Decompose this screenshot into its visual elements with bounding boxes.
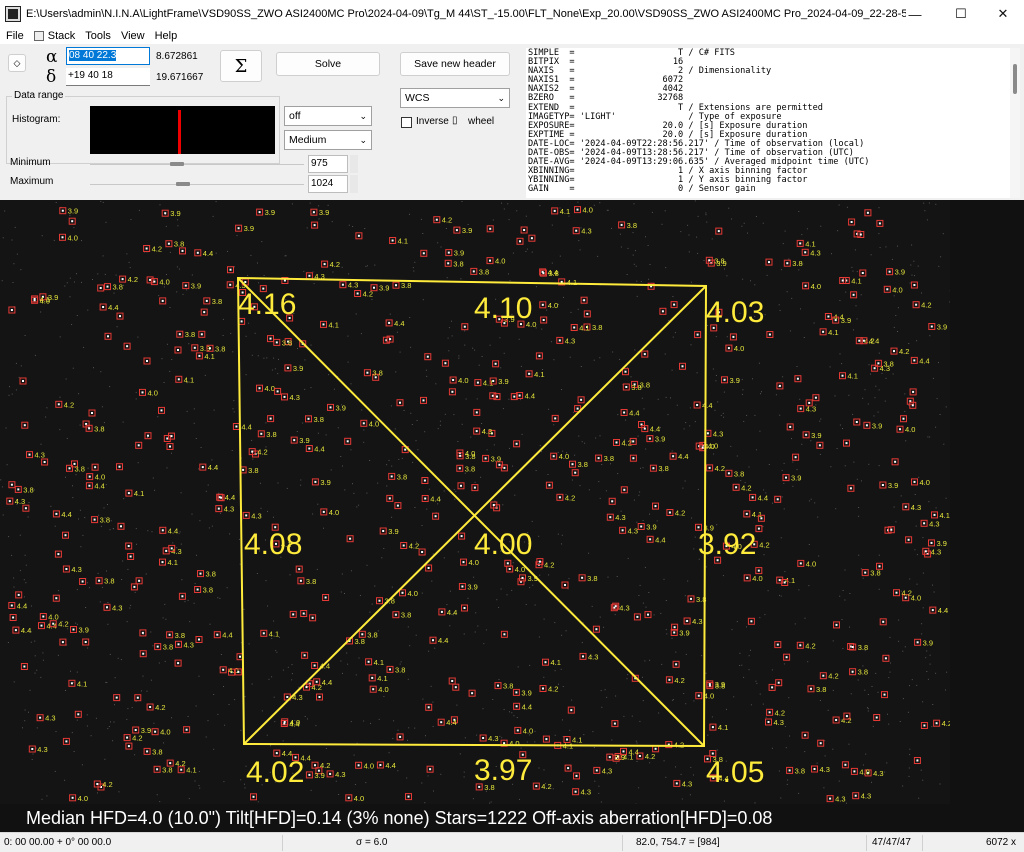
minimize-button[interactable]: — (892, 0, 938, 28)
star-image[interactable]: 4.2 4.0 4.0 4.3 3.8 4.0 3.8 4.0 3.8 4.1 4.4 3.8 4.2 3… (0, 200, 950, 832)
menu-bar: File Stack Tools View Help (0, 28, 1024, 44)
hfd-top-center: 4.10 (474, 292, 533, 325)
status-divider (922, 835, 923, 851)
hfd-summary: Median HFD=4.0 (10.0") Tilt[HFD]=0.14 (3… (0, 804, 950, 832)
maximum-slider-thumb[interactable] (176, 182, 190, 186)
minimum-slider-track[interactable] (90, 164, 304, 165)
histogram-label: Histogram: (12, 114, 61, 125)
data-range-legend: Data range (12, 90, 66, 101)
fits-header-scrollbar[interactable] (1010, 48, 1020, 198)
status-size: 6072 x (986, 837, 1017, 848)
maximum-spin[interactable]: 1024 (308, 175, 348, 193)
orientation-button[interactable]: ◇ (8, 54, 26, 72)
status-sigma: σ = 6.0 (356, 837, 388, 848)
hfd-mid-left: 4.08 (244, 528, 303, 561)
maximize-button[interactable]: ☐ (938, 0, 984, 28)
hfd-bottom-left: 4.02 (246, 756, 305, 789)
minimum-spin[interactable]: 975 (308, 155, 348, 173)
menu-tools[interactable]: Tools (85, 30, 111, 42)
stack-icon (33, 31, 44, 41)
dec-input[interactable]: +19 40 18 (66, 68, 150, 86)
stretch-select[interactable]: off ⌄ (284, 106, 372, 126)
hfd-overlay (236, 276, 708, 748)
menu-file[interactable]: File (6, 30, 24, 42)
menu-file-label: File (6, 30, 24, 42)
maximum-label: Maximum (10, 176, 54, 187)
menu-tools-label: Tools (85, 30, 111, 42)
scrollbar-thumb[interactable] (1013, 64, 1017, 94)
ra-input-value: 08 40 22.3 (69, 50, 117, 61)
save-header-button[interactable]: Save new header (400, 52, 510, 76)
gamma-select[interactable]: Medium ⌄ (284, 130, 372, 150)
inverse-checkbox[interactable] (401, 117, 412, 128)
window-title: E:\Users\admin\N.I.N.A\LightFrame\VSD90S… (26, 8, 906, 20)
hfd-bottom-center: 3.97 (474, 754, 533, 787)
status-position: 0: 00 00.00 + 0° 00 00.0 (4, 837, 112, 848)
chevron-down-icon: ⌄ (359, 111, 367, 121)
title-bar: E:\Users\admin\N.I.N.A\LightFrame\VSD90S… (0, 0, 1024, 28)
image-margin (950, 200, 1024, 832)
solve-button[interactable]: Solve (276, 52, 380, 76)
image-viewer[interactable]: 4.2 4.0 4.0 4.3 3.8 4.0 3.8 4.0 3.8 4.1 4.4 3.8 4.2 3… (0, 200, 1024, 832)
fits-header-panel[interactable]: SIMPLE = T / C# FITS BITPIX = 16 NAXIS =… (526, 48, 1020, 198)
minimum-slider-thumb[interactable] (170, 162, 184, 166)
hfd-mid-right: 3.92 (698, 528, 757, 561)
hfd-top-left: 4.16 (238, 288, 297, 321)
inverse-label: Inverse (416, 116, 449, 127)
ra-degrees: 8.672861 (156, 51, 198, 62)
app-icon (5, 6, 21, 22)
status-divider (282, 835, 283, 851)
hfd-diagonal-1 (237, 277, 705, 747)
control-panel: ◇ α 08 40 22.3 8.672861 δ +19 40 18 19.6… (0, 44, 1024, 200)
status-divider (866, 835, 867, 851)
gamma-select-value: Medium (289, 134, 327, 146)
chevron-down-icon: ⌄ (359, 135, 367, 145)
hfd-bottom-right: 4.05 (706, 756, 765, 789)
maximum-spin-arrows[interactable] (350, 175, 358, 193)
menu-view-label: View (120, 30, 145, 42)
hfd-center: 4.00 (474, 528, 533, 561)
delta-symbol: δ (46, 67, 57, 87)
wcs-select-value: WCS (405, 92, 430, 104)
status-divider (622, 835, 623, 851)
mouse-icon: ▯ (452, 115, 458, 126)
close-button[interactable]: ✕ (980, 0, 1024, 28)
sigma-button[interactable]: Σ (220, 50, 262, 82)
ra-input[interactable]: 08 40 22.3 (66, 47, 150, 65)
dec-degrees: 19.671667 (156, 72, 204, 83)
hfd-top-right: 4.03 (706, 296, 765, 329)
wcs-select[interactable]: WCS ⌄ (400, 88, 510, 108)
wheel-label: wheel (468, 116, 495, 127)
fits-header-text: SIMPLE = T / C# FITS BITPIX = 16 NAXIS =… (528, 48, 870, 195)
minimum-spin-arrows[interactable] (350, 155, 358, 173)
status-pixel: 82.0, 754.7 = [984] (636, 837, 720, 848)
histogram-peak (178, 110, 181, 154)
menu-stack-label: Stack (47, 30, 76, 42)
chevron-down-icon: ⌄ (497, 93, 505, 103)
minimum-label: Minimum (10, 157, 51, 168)
status-rgb: 47/47/47 (872, 837, 911, 848)
menu-view[interactable]: View (121, 30, 145, 42)
menu-stack[interactable]: Stack (33, 30, 76, 42)
menu-help[interactable]: Help (155, 30, 178, 42)
stretch-select-value: off (289, 110, 301, 122)
status-bar: 0: 00 00.00 + 0° 00 00.0 σ = 6.0 82.0, 7… (0, 832, 1024, 852)
menu-help-label: Help (154, 30, 178, 42)
histogram-canvas[interactable] (90, 106, 275, 154)
maximum-slider-track[interactable] (90, 184, 304, 185)
alpha-symbol: α (46, 47, 58, 67)
